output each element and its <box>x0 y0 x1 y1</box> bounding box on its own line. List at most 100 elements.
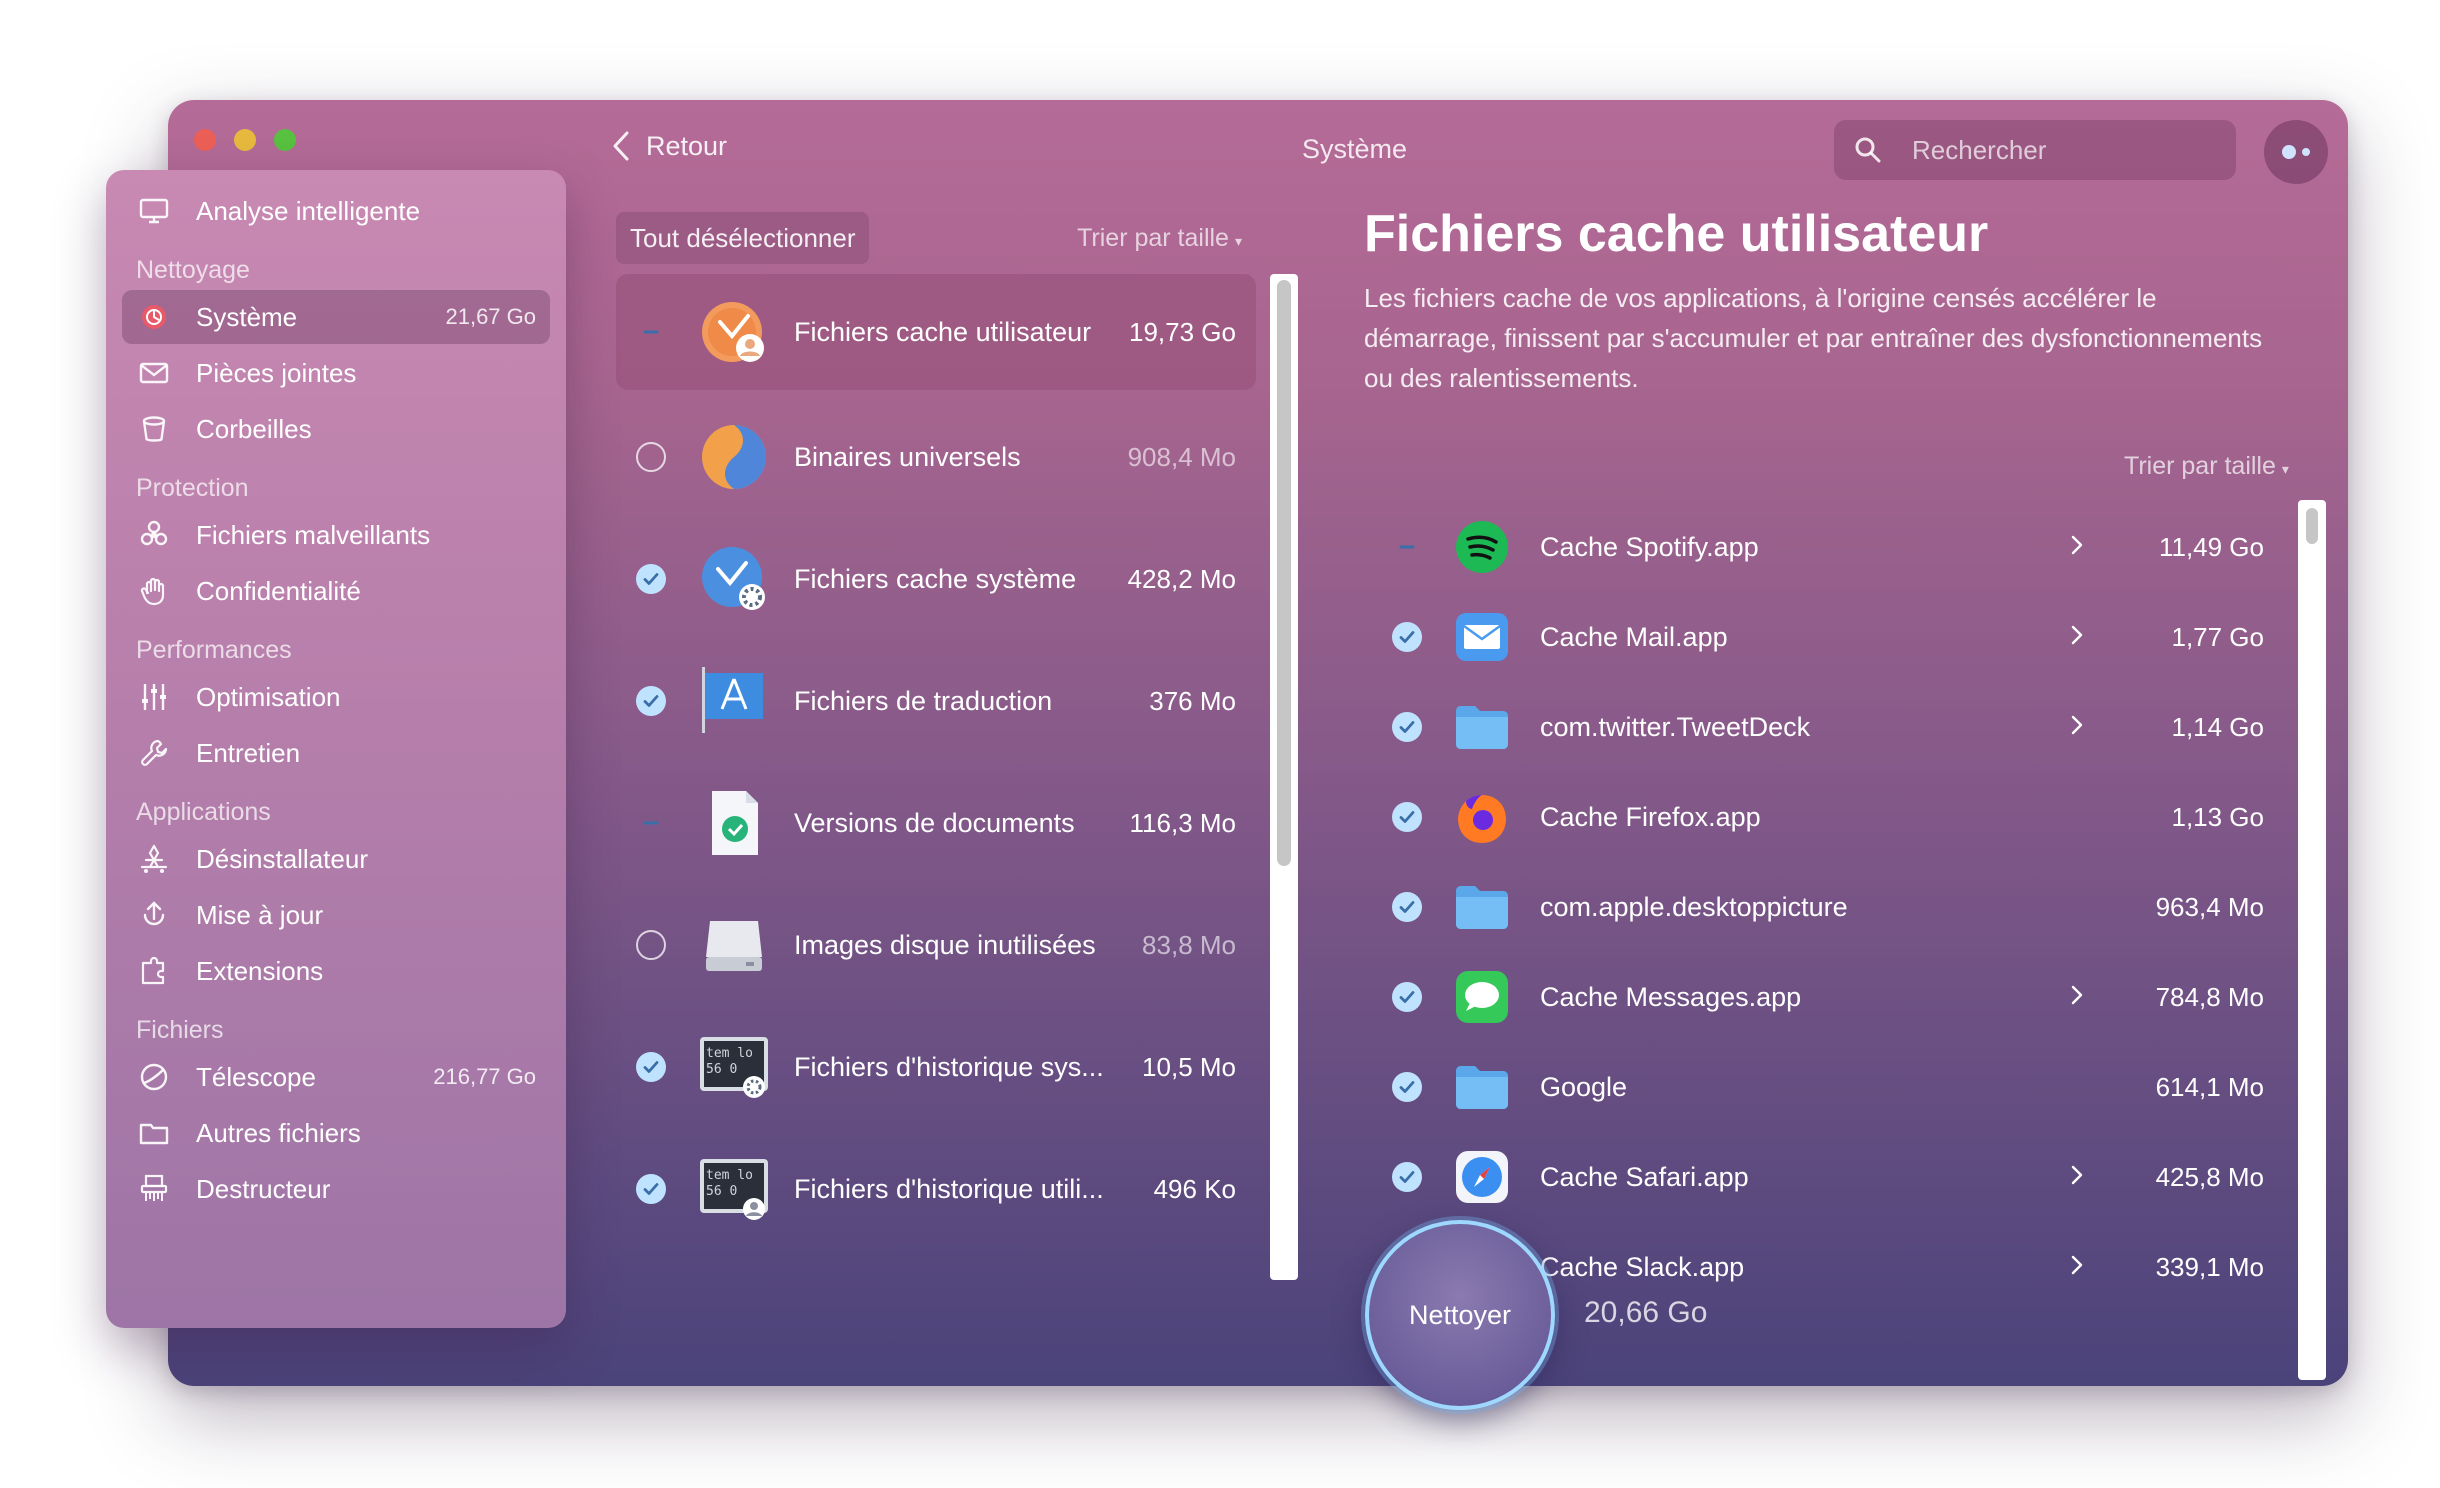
category-list-item[interactable]: tem lo 56 0 Fichiers d'historique utili...… <box>616 1128 1256 1250</box>
category-size: 376 Mo <box>1149 685 1236 716</box>
clean-button[interactable]: Nettoyer <box>1365 1220 1555 1410</box>
selection-checkbox[interactable] <box>636 442 666 472</box>
svg-text:tem lo: tem lo <box>706 1168 753 1183</box>
chevron-right-icon[interactable] <box>2070 534 2094 560</box>
system-cache-icon <box>696 541 772 617</box>
sidebar-item-label: Optimisation <box>196 681 341 712</box>
file-name: Cache Firefox.app <box>1540 801 1761 832</box>
category-name: Fichiers d'historique sys... <box>794 1051 1104 1082</box>
sort-by-size-menu[interactable]: Trier par taille ▾ <box>1077 224 1242 253</box>
deselect-all-button[interactable]: Tout désélectionner <box>616 212 870 264</box>
selection-checkbox[interactable] <box>1392 712 1422 742</box>
category-list-scrollbar[interactable] <box>1270 274 1298 1280</box>
sidebar-item-system[interactable]: Système 21,67 Go <box>122 290 550 344</box>
category-name: Fichiers cache système <box>794 563 1077 594</box>
category-list-item[interactable]: Fichiers cache système 428,2 Mo <box>616 518 1256 640</box>
trash-icon <box>136 411 172 447</box>
sidebar-item-smart-scan[interactable]: Analyse intelligente <box>122 184 550 238</box>
chevron-right-icon[interactable] <box>2070 714 2094 740</box>
file-list-row[interactable]: com.apple.desktoppicture 963,4 Mo <box>1368 862 2288 952</box>
category-size: 496 Ko <box>1153 1173 1236 1204</box>
selection-checkbox[interactable] <box>1392 982 1422 1012</box>
search-field[interactable]: Rechercher <box>1834 120 2236 180</box>
category-list-item[interactable]: Images disque inutilisées 83,8 Mo <box>616 884 1256 1006</box>
selection-checkbox[interactable] <box>636 317 666 347</box>
sidebar-item-attachments[interactable]: Pièces jointes <box>122 346 550 400</box>
sidebar-item-other-files[interactable]: Autres fichiers <box>122 1106 550 1160</box>
category-list-item[interactable]: tem lo 56 0 Fichiers d'historique sys... 10… <box>616 1006 1256 1128</box>
sort-label: Trier par taille <box>2124 452 2276 480</box>
selection-checkbox[interactable] <box>636 808 666 838</box>
category-list-item[interactable]: Binaires universels 908,4 Mo <box>616 396 1256 518</box>
file-list-row[interactable]: Cache Firefox.app 1,13 Go <box>1368 772 2288 862</box>
close-window-button[interactable] <box>194 129 216 151</box>
chevron-right-icon[interactable] <box>2070 1254 2094 1280</box>
selection-checkbox[interactable] <box>636 564 666 594</box>
svg-text:56 0: 56 0 <box>706 1062 737 1077</box>
sidebar-item-optimization[interactable]: Optimisation <box>122 670 550 724</box>
scrollbar-thumb[interactable] <box>1277 280 1291 866</box>
zoom-window-button[interactable] <box>274 129 296 151</box>
back-button[interactable]: Retour <box>610 130 727 162</box>
file-list-row[interactable]: Cache Mail.app 1,77 Go <box>1368 592 2288 682</box>
sidebar-item-label: Autres fichiers <box>196 1117 361 1148</box>
detail-title: Fichiers cache utilisateur <box>1364 205 1989 263</box>
selection-checkbox[interactable] <box>636 1052 666 1082</box>
assistant-button[interactable] <box>2264 120 2328 184</box>
file-size: 1,13 Go <box>2171 801 2264 832</box>
sidebar-item-uninstaller[interactable]: Désinstallateur <box>122 832 550 886</box>
sidebar-item-space-lens[interactable]: Télescope 216,77 Go <box>122 1050 550 1104</box>
selection-checkbox[interactable] <box>636 1174 666 1204</box>
selection-checkbox[interactable] <box>636 930 666 960</box>
dropdown-triangle-icon: ▾ <box>1234 233 1242 249</box>
file-list-row[interactable]: Cache Safari.app 425,8 Mo <box>1368 1132 2288 1222</box>
search-icon <box>1855 137 1881 163</box>
sidebar-item-label: Pièces jointes <box>196 357 357 388</box>
selection-checkbox[interactable] <box>1392 622 1422 652</box>
sidebar-item-malware[interactable]: Fichiers malveillants <box>122 508 550 562</box>
sidebar-item-privacy[interactable]: Confidentialité <box>122 564 550 618</box>
sliders-icon <box>136 679 172 715</box>
sidebar-item-updater[interactable]: Mise à jour <box>122 888 550 942</box>
file-size: 339,1 Mo <box>2155 1251 2264 1282</box>
file-size: 11,49 Go <box>2158 531 2264 562</box>
category-list-item[interactable]: Fichiers de traduction 376 Mo <box>616 640 1256 762</box>
file-size: 963,4 Mo <box>2155 891 2264 922</box>
sidebar-item-maintenance[interactable]: Entretien <box>122 726 550 780</box>
chevron-left-icon <box>613 131 629 161</box>
selection-checkbox[interactable] <box>1392 892 1422 922</box>
chevron-placeholder <box>2070 894 2094 920</box>
sidebar-item-size: 21,67 Go <box>445 304 536 329</box>
window-title: Système <box>1302 134 1408 164</box>
file-list-row[interactable]: Google 614,1 Mo <box>1368 1042 2288 1132</box>
detail-list-scrollbar[interactable] <box>2298 500 2326 1380</box>
category-size: 10,5 Mo <box>1142 1051 1236 1082</box>
scrollbar-thumb[interactable] <box>2306 508 2318 544</box>
selection-checkbox[interactable] <box>1392 802 1422 832</box>
sidebar-item-trash-bins[interactable]: Corbeilles <box>122 402 550 456</box>
selection-checkbox[interactable] <box>636 686 666 716</box>
sidebar-item-label: Télescope <box>196 1061 316 1092</box>
file-name: com.twitter.TweetDeck <box>1540 711 1811 742</box>
file-list-row[interactable]: com.twitter.TweetDeck 1,14 Go <box>1368 682 2288 772</box>
selection-checkbox[interactable] <box>1392 1162 1422 1192</box>
selection-checkbox[interactable] <box>1392 1072 1422 1102</box>
chevron-right-icon[interactable] <box>2070 624 2094 650</box>
back-label: Retour <box>646 130 728 161</box>
sidebar-item-extensions[interactable]: Extensions <box>122 944 550 998</box>
category-list: Fichiers cache utilisateur 19,73 Go Binair… <box>616 274 1256 1279</box>
file-name: com.apple.desktoppicture <box>1540 891 1848 922</box>
file-list-row[interactable]: Cache Messages.app 784,8 Mo <box>1368 952 2288 1042</box>
selection-checkbox[interactable] <box>1392 532 1422 562</box>
detail-sort-menu[interactable]: Trier par taille ▾ <box>2124 452 2289 481</box>
file-list-row[interactable]: Cache Spotify.app 11,49 Go <box>1368 502 2288 592</box>
sidebar-item-label: Mise à jour <box>196 899 324 930</box>
minimize-window-button[interactable] <box>234 129 256 151</box>
chevron-right-icon[interactable] <box>2070 984 2094 1010</box>
category-list-item[interactable]: Fichiers cache utilisateur 19,73 Go <box>616 274 1256 390</box>
file-size: 1,77 Go <box>2171 621 2264 652</box>
sidebar-item-shredder[interactable]: Destructeur <box>122 1162 550 1216</box>
chevron-right-icon[interactable] <box>2070 1164 2094 1190</box>
category-list-item[interactable]: Versions de documents 116,3 Mo <box>616 762 1256 884</box>
sidebar-item-label: Système <box>196 301 298 332</box>
